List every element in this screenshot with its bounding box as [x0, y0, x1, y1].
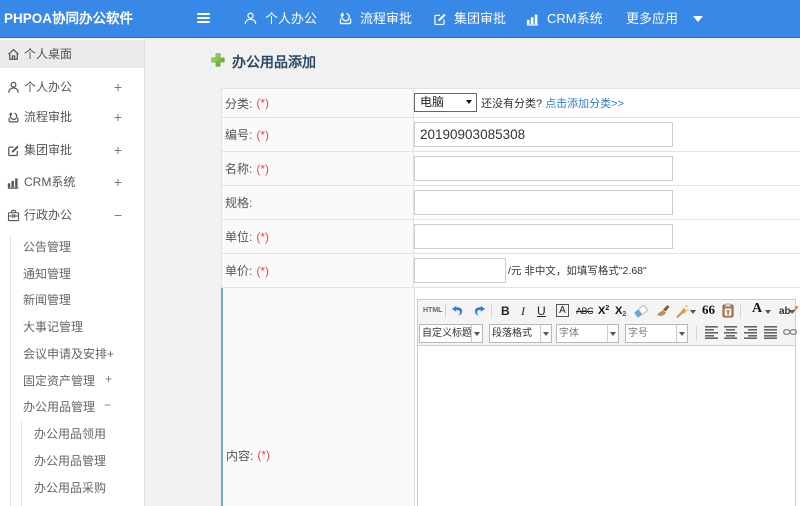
- svg-text:T: T: [726, 309, 731, 316]
